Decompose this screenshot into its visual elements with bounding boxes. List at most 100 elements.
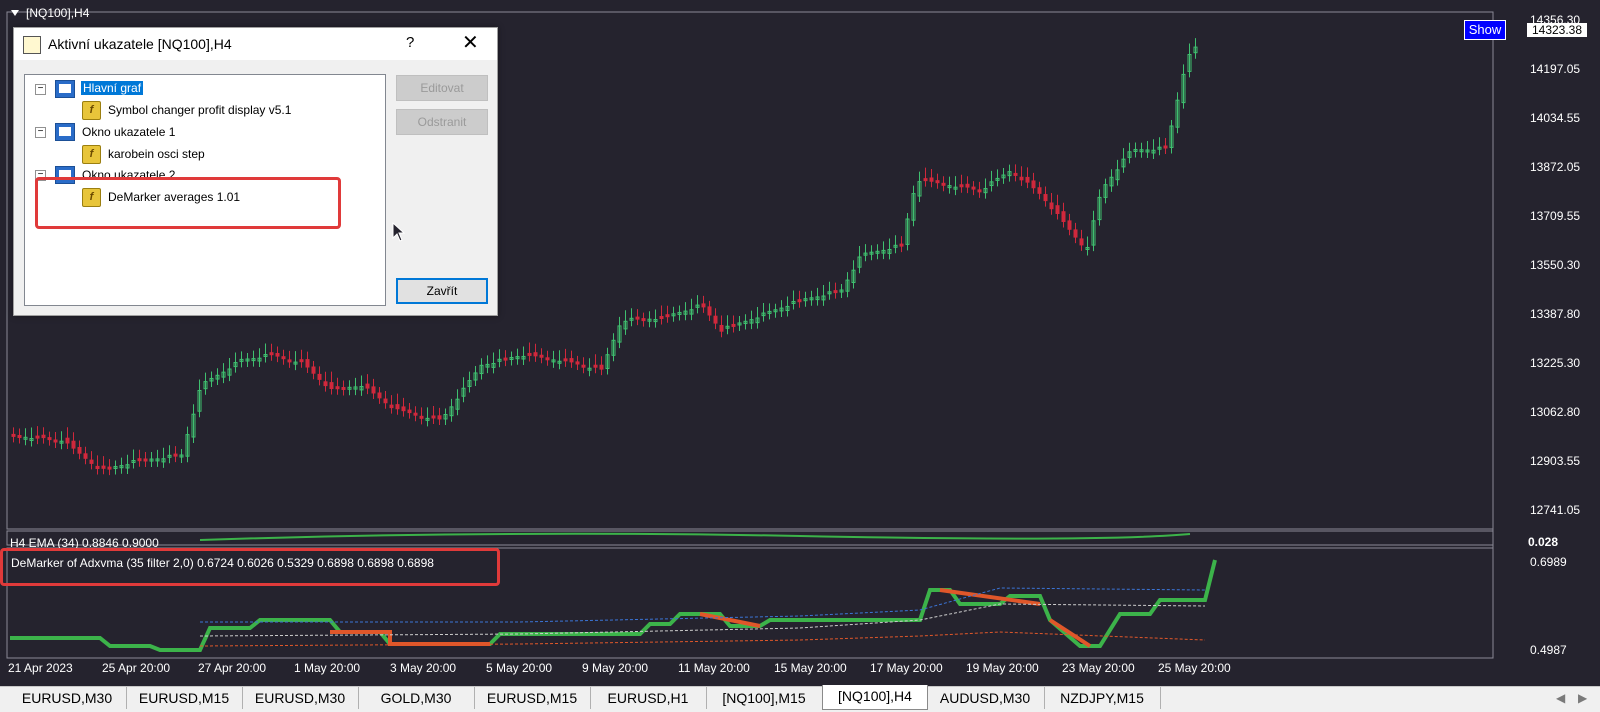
candle-body (365, 383, 370, 389)
candle-body (299, 359, 304, 363)
price-axis-label: 13225.30 (1530, 356, 1581, 370)
candle-body (323, 381, 328, 387)
candle-body (437, 415, 442, 420)
candle-body (395, 404, 400, 410)
candle-body (137, 458, 142, 462)
candle-body (431, 415, 436, 419)
candle-body (329, 382, 334, 390)
candle-body (923, 178, 928, 182)
candle-body (77, 447, 82, 454)
candle-body (305, 359, 310, 368)
time-axis-label: 25 May 20:00 (1158, 661, 1231, 675)
demarker-axis-bottom: 0.4987 (1530, 643, 1567, 657)
candle-body (1079, 238, 1084, 246)
tree-item-karobein[interactable]: karobein osci step (108, 145, 205, 163)
candle-body (941, 182, 946, 186)
candle-body (1163, 145, 1168, 149)
candle-body (401, 406, 406, 412)
chart-tab[interactable]: EURUSD,H1 (590, 687, 707, 709)
chart-tab[interactable]: EURUSD,M15 (474, 687, 591, 709)
candle-body (275, 353, 280, 357)
candle-body (563, 358, 568, 362)
candle-body (719, 325, 724, 332)
candle-body (575, 361, 580, 365)
candle-body (47, 437, 52, 441)
candle-body (65, 437, 70, 444)
collapse-toggle-icon[interactable]: − (35, 127, 46, 138)
chart-tab[interactable]: EURUSD,M30 (8, 687, 127, 709)
candle-body (935, 180, 940, 184)
candle-body (341, 387, 346, 390)
candle-body (971, 186, 976, 190)
time-axis-label: 21 Apr 2023 (8, 661, 73, 675)
close-button[interactable]: Zavřít (396, 278, 488, 304)
candle-body (701, 303, 706, 308)
time-axis-label: 11 May 20:00 (678, 661, 750, 675)
price-axis-label: 13062.80 (1530, 405, 1581, 419)
candle-body (581, 364, 586, 368)
candle-body (281, 356, 286, 360)
time-axis-label: 23 May 20:00 (1062, 661, 1135, 675)
candle-body (11, 433, 16, 437)
candle-body (335, 386, 340, 390)
price-axis-label: 12903.55 (1530, 454, 1581, 468)
help-button[interactable]: ? (406, 34, 414, 51)
show-button[interactable]: Show (1464, 20, 1506, 40)
ema-line (199, 532, 1191, 541)
candle-body (833, 290, 838, 294)
demarker-lower-band (199, 631, 1206, 647)
candle-body (503, 357, 508, 361)
active-indicators-dialog[interactable]: Aktivní ukazatele [NQ100],H4 ? ✕ − Hlavn… (13, 27, 498, 316)
close-icon[interactable]: ✕ (462, 33, 479, 53)
chart-window-icon (55, 80, 75, 98)
candle-body (539, 354, 544, 358)
candle-body (899, 243, 904, 247)
candle-body (35, 435, 40, 439)
chart-tab[interactable]: [NQ100],H4 (822, 685, 928, 710)
candle-body (593, 364, 598, 368)
candle-body (143, 458, 148, 462)
chart-tab[interactable]: [NQ100],M15 (706, 687, 823, 709)
indicator-tree[interactable]: − Hlavní graf f Symbol changer profit di… (24, 74, 386, 306)
edit-button[interactable]: Editovat (396, 75, 488, 101)
candle-body (371, 386, 376, 394)
chart-tab[interactable]: GOLD,M30 (358, 687, 475, 709)
candle-body (287, 359, 292, 363)
candle-body (713, 315, 718, 324)
time-axis-label: 25 Apr 20:00 (102, 661, 171, 675)
mouse-cursor-icon (392, 222, 406, 242)
indicator-function-icon: f (82, 101, 101, 120)
chart-tab[interactable]: AUDUSD,M30 (926, 687, 1045, 709)
highlight-box-demarker-item (35, 177, 341, 229)
candle-body (1043, 194, 1048, 202)
dialog-titlebar[interactable]: Aktivní ukazatele [NQ100],H4 ? ✕ (14, 28, 497, 60)
chart-tab[interactable]: NZDJPY,M15 (1044, 687, 1161, 709)
tree-item-indicator-window-1[interactable]: Okno ukazatele 1 (82, 123, 175, 141)
ema-pane-border (6, 530, 1494, 546)
candle-body (83, 453, 88, 459)
candle-body (317, 373, 322, 380)
candle-body (635, 316, 640, 320)
candle-body (1055, 205, 1060, 214)
candle-body (311, 366, 316, 374)
chart-tab-bar: ◀ ▶ EURUSD,M30 EURUSD,M15 EURUSD,M30 GOLD,M… (0, 685, 1600, 712)
tree-item-symbol-changer[interactable]: Symbol changer profit display v5.1 (108, 101, 291, 119)
scroll-right-icon[interactable]: ▶ (1578, 691, 1587, 705)
candle-body (269, 352, 274, 356)
candle-body (53, 439, 58, 443)
chart-tab[interactable]: EURUSD,M30 (242, 687, 359, 709)
price-axis-label: 13709.55 (1530, 209, 1581, 223)
candle-body (1025, 176, 1030, 183)
candle-body (407, 409, 412, 414)
candle-body (173, 453, 178, 457)
candle-body (89, 459, 94, 464)
price-axis-label: 14356.30 (1530, 13, 1581, 27)
tree-item-main-chart[interactable]: Hlavní graf (81, 79, 144, 97)
chart-menu-arrow-icon[interactable] (11, 10, 19, 16)
remove-button[interactable]: Odstranit (396, 109, 488, 135)
candle-body (71, 440, 76, 449)
scroll-left-icon[interactable]: ◀ (1556, 691, 1565, 705)
collapse-toggle-icon[interactable]: − (35, 84, 46, 95)
chart-tab[interactable]: EURUSD,M15 (126, 687, 243, 709)
time-axis-label: 15 May 20:00 (774, 661, 847, 675)
